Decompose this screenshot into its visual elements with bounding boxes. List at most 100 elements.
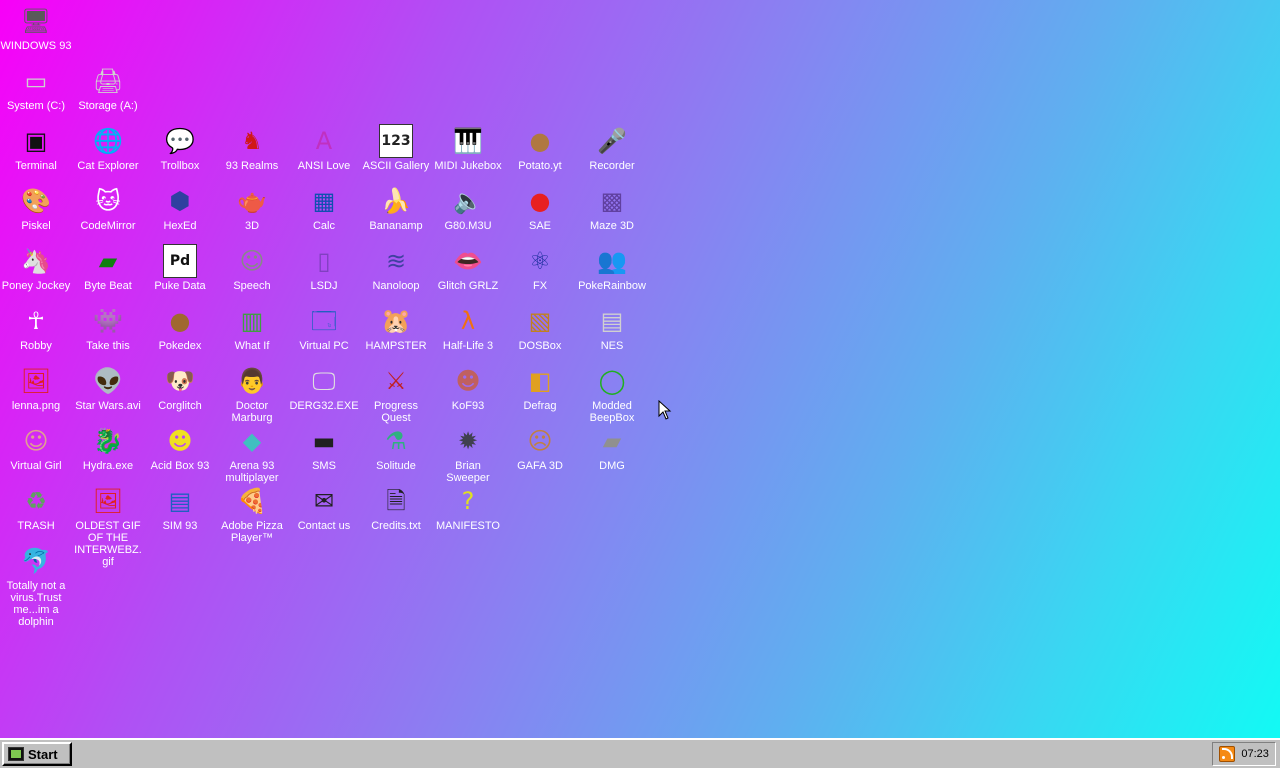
desktop-icon[interactable]: 🦄 Poney Jockey — [0, 244, 72, 292]
desktop-icon[interactable]: Pd Puke Data — [144, 244, 216, 292]
desktop-icon[interactable]: ⬢ HexEd — [144, 184, 216, 232]
knight-icon: ♞ — [241, 127, 263, 155]
desktop-icon[interactable]: 🫖 3D — [216, 184, 288, 232]
desktop-icon[interactable]: ♻ TRASH — [0, 484, 72, 532]
desktop-icon[interactable]: ▬ SMS — [288, 424, 360, 472]
desktop-icon-label: Credits.txt — [371, 520, 421, 532]
desktop-icon[interactable]: ◯ Modded BeepBox — [576, 364, 648, 424]
defrag-icon: ◧ — [528, 367, 552, 395]
desktop-icon[interactable]: ◆ Arena 93 multiplayer — [216, 424, 288, 484]
desktop-icon[interactable]: 🐉 Hydra.exe — [72, 424, 144, 472]
pizza-icon: 🍕 — [237, 487, 267, 515]
desktop-icon-label: Robby — [20, 340, 52, 352]
desktop-icon[interactable]: ▭ System (C:) — [0, 64, 72, 112]
desktop-icon[interactable]: 🖼 lenna.png — [0, 364, 72, 412]
desktop-icon-label: Modded BeepBox — [589, 400, 635, 424]
desktop-icon-label: NES — [600, 340, 624, 352]
desktop-icon[interactable]: A ANSI Love — [288, 124, 360, 172]
desktop-icon[interactable]: ▰ Byte Beat — [72, 244, 144, 292]
desktop-icon[interactable]: ▤ SIM 93 — [144, 484, 216, 532]
desktop-icon[interactable]: ▣ Terminal — [0, 124, 72, 172]
desktop-icon[interactable]: ◧ Defrag — [504, 364, 576, 412]
desktop-icon[interactable]: ▤ NES — [576, 304, 648, 352]
desktop-icon[interactable]: 🔈 G80.M3U — [432, 184, 504, 232]
desktop-icon[interactable]: ☥ Robby — [0, 304, 72, 352]
desktop-icon-label: Maze 3D — [589, 220, 635, 232]
start-button[interactable]: Start — [2, 742, 72, 766]
sega-console-icon: ▬ — [312, 427, 336, 455]
desktop-icon[interactable]: λ Half-Life 3 — [432, 304, 504, 352]
desktop-icon[interactable]: 👾 Take this — [72, 304, 144, 352]
desktop-icon-label: Pokedex — [158, 340, 202, 352]
desktop-icon[interactable]: 🍌 Bananamp — [360, 184, 432, 232]
desktop-icon[interactable]: 🐶 Corglitch — [144, 364, 216, 412]
desktop-icon[interactable]: ▧ DOSBox — [504, 304, 576, 352]
desktop-icon[interactable]: ⚔ Progress Quest — [360, 364, 432, 424]
wave-lines-icon: ≋ — [385, 247, 407, 275]
desktop-icon[interactable]: 👨 Doctor Marburg — [216, 364, 288, 424]
desktop-icon[interactable]: 123 ASCII Gallery — [360, 124, 432, 172]
desktop-icon[interactable]: 🐹 HAMPSTER — [360, 304, 432, 352]
desktop-icon[interactable]: ▥ What If — [216, 304, 288, 352]
desktop-icon[interactable]: 🐱 CodeMirror — [72, 184, 144, 232]
desktop-icon[interactable]: ☺ Virtual Girl — [0, 424, 72, 472]
disk-image-icon: ▰ — [602, 427, 622, 455]
desktop-icon[interactable]: ▰ DMG — [576, 424, 648, 472]
desktop-icon[interactable]: 🌐 Cat Explorer — [72, 124, 144, 172]
desktop-icon[interactable]: 🎨 Piskel — [0, 184, 72, 232]
hydra-icon: 🐉 — [93, 427, 123, 455]
desktop-icon[interactable]: ✹ Brian Sweeper — [432, 424, 504, 484]
desktop-icon-label: Contact us — [297, 520, 351, 532]
letter-a-icon: A — [315, 127, 333, 155]
desktop-icon[interactable]: ☻ Acid Box 93 — [144, 424, 216, 472]
desktop-icon[interactable]: ⚛ FX — [504, 244, 576, 292]
desktop-icon[interactable]: 🖼 OLDEST GIF OF THE INTERWEBZ.gif — [72, 484, 144, 568]
desktop-icon[interactable]: ▦ Calc — [288, 184, 360, 232]
desktop-icon[interactable]: 👽 Star Wars.avi — [72, 364, 144, 412]
desktop-icon[interactable]: ✉ Contact us — [288, 484, 360, 532]
desktop-icon[interactable]: ⚗ Solitude — [360, 424, 432, 472]
hexagon-icon: ⬢ — [169, 187, 191, 215]
desktop-icon-label: Half-Life 3 — [442, 340, 494, 352]
desktop-icon[interactable]: ● Pokedex — [144, 304, 216, 352]
desktop-icon[interactable]: 🎹 MIDI Jukebox — [432, 124, 504, 172]
desktop-icon-label: SAE — [528, 220, 551, 232]
desktop-icon-label: Star Wars.avi — [75, 400, 141, 412]
desktop-icon[interactable]: ☺ Speech — [216, 244, 288, 292]
desktop-icon[interactable]: 🎤 Recorder — [576, 124, 648, 172]
desktop-icon[interactable]: 🍕 Adobe Pizza Player™ — [216, 484, 288, 544]
trainers-icon: 👥 — [597, 247, 627, 275]
desktop-icon[interactable]: 💬 Trollbox — [144, 124, 216, 172]
desktop-icon[interactable]: 🗎 Credits.txt — [360, 484, 432, 532]
desktop-icon[interactable]: ♞ 93 Realms — [216, 124, 288, 172]
clock: 07:23 — [1241, 748, 1269, 760]
desktop-icon-label: CodeMirror — [80, 220, 136, 232]
mine-icon: ✹ — [457, 427, 479, 455]
write-letter-icon: ✉ — [313, 487, 335, 515]
desktop-icon[interactable]: ▩ Maze 3D — [576, 184, 648, 232]
desktop-icon[interactable]: ☻ KoF93 — [432, 364, 504, 412]
rss-icon[interactable] — [1219, 746, 1236, 762]
desktop-icon[interactable]: 🖵 DERG32.EXE — [288, 364, 360, 412]
crossed-swords-icon: ⚔ — [385, 367, 407, 395]
cube-icon: ◆ — [242, 427, 262, 455]
terminal-icon: ▣ — [24, 127, 48, 155]
desktop-icon[interactable]: 🐬 Totally not a virus.Trust me...im a dol… — [0, 544, 72, 628]
desktop-icon[interactable]: ● Potato.yt — [504, 124, 576, 172]
start-label: Start — [28, 746, 58, 762]
desktop-icon[interactable]: ≋ Nanoloop — [360, 244, 432, 292]
lips-icon: 👄 — [453, 247, 483, 275]
hamster-icon: 🐹 — [381, 307, 411, 335]
desktop-icon[interactable]: 🖨 Storage (A:) — [72, 64, 144, 112]
desktop-icon[interactable]: ● SAE — [504, 184, 576, 232]
mouse-cursor-icon — [658, 400, 672, 420]
desktop-icon[interactable]: ▯ LSDJ — [288, 244, 360, 292]
desktop-icon[interactable]: 🗔 Virtual PC — [288, 304, 360, 352]
monitor-face-icon: 🖵 — [312, 367, 336, 395]
desktop-icon[interactable]: ☹ GAFA 3D — [504, 424, 576, 472]
desktop-icon[interactable]: 🖥 WINDOWS 93 — [0, 4, 72, 52]
desktop-icon[interactable]: 👥 PokeRainbow — [576, 244, 648, 292]
desktop-icon[interactable]: ? MANIFESTO — [432, 484, 504, 532]
desktop-icon[interactable]: 👄 Glitch GRLZ — [432, 244, 504, 292]
desktop-icon-label: HexEd — [163, 220, 197, 232]
